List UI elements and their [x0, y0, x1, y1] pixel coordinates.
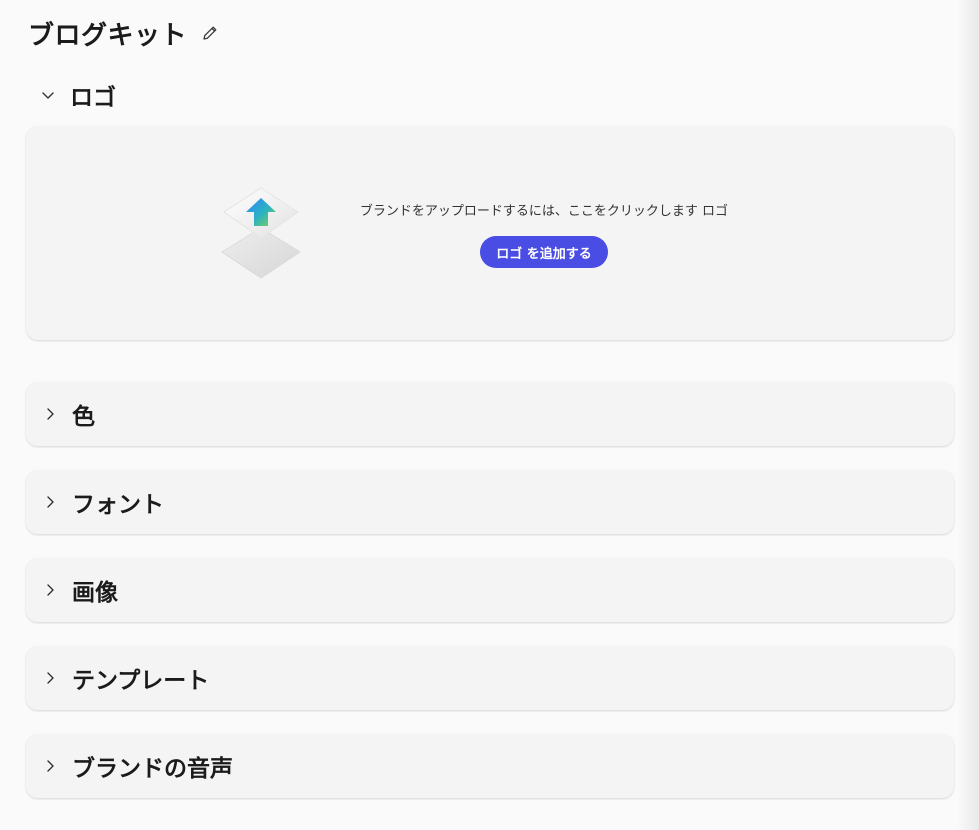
chevron-right-icon [42, 406, 58, 422]
chevron-right-icon [42, 582, 58, 598]
section-brand-voice[interactable]: ブランドの音声 [26, 734, 954, 798]
chevron-down-icon [40, 87, 56, 103]
chevron-right-icon [42, 670, 58, 686]
section-colors[interactable]: 色 [26, 382, 954, 446]
title-row: ブログキット [28, 16, 221, 51]
pencil-icon[interactable] [201, 23, 221, 43]
chevron-right-icon [42, 494, 58, 510]
section-label: フォント [72, 492, 164, 518]
scroll-edge-shadow [957, 0, 979, 830]
kit-title: ブログキット [28, 20, 188, 51]
section-images[interactable]: 画像 [26, 558, 954, 622]
section-fonts[interactable]: フォント [26, 470, 954, 534]
logo-upload-area[interactable]: ブランドをアップロードするには、ここをクリックします ロゴ ロゴ を追加する [26, 126, 954, 340]
section-label: 画像 [72, 580, 118, 606]
brand-kit-page: ブログキット ロゴ ブランドをアップロードするには、ここをクリックします ロゴ … [0, 0, 979, 830]
section-label: テンプレート [72, 668, 210, 694]
logo-section-label: ロゴ [70, 85, 116, 111]
add-logo-button[interactable]: ロゴ を追加する [480, 236, 608, 268]
chevron-right-icon [42, 758, 58, 774]
logo-section-header[interactable]: ロゴ [40, 80, 116, 111]
upload-arrow-icon [221, 187, 301, 279]
section-label: ブランドの音声 [72, 756, 233, 782]
upload-instruction: ブランドをアップロードするには、ここをクリックします ロゴ [359, 204, 729, 219]
section-label: 色 [72, 404, 95, 430]
section-templates[interactable]: テンプレート [26, 646, 954, 710]
